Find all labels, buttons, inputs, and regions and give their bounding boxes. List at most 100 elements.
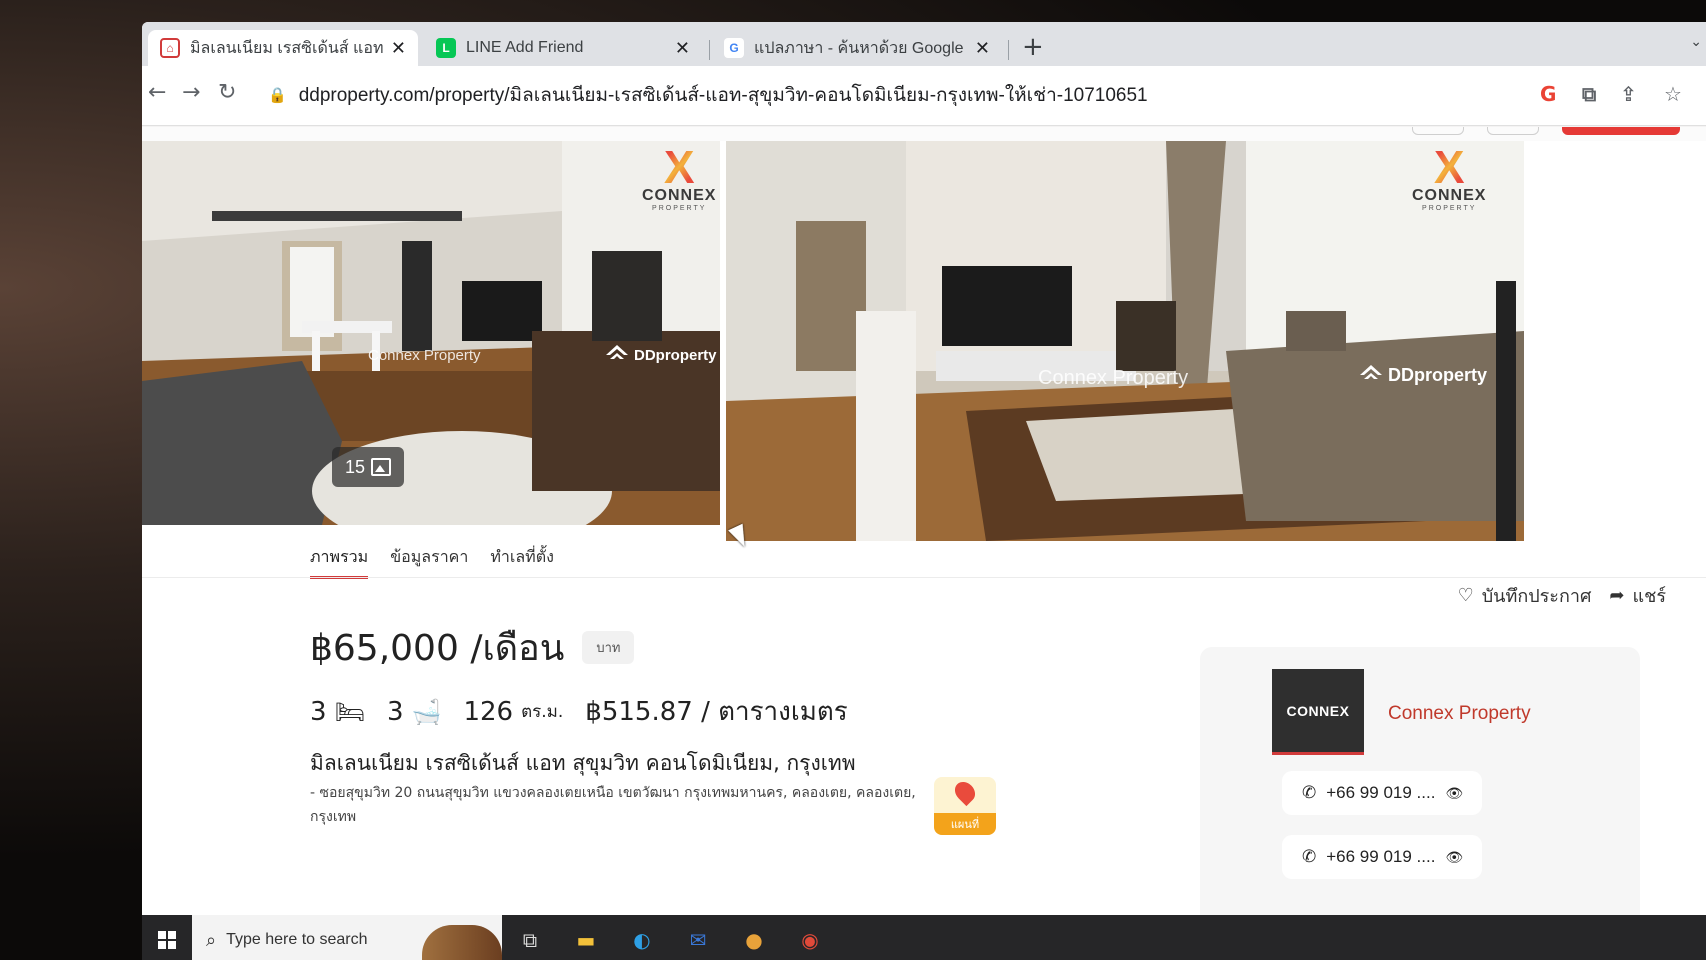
connex-logo-word: CONNEX <box>1412 187 1487 204</box>
close-icon[interactable]: ✕ <box>975 38 990 59</box>
heart-icon: ♡ <box>1457 585 1474 606</box>
price-value: ฿65,000 /เดือน <box>310 628 565 669</box>
tab-google-translate[interactable]: G แปลภาษา - ค้นหาด้วย Google ✕ <box>712 30 1002 66</box>
property-title: มิลเลนเนียม เรสซิเด้นส์ แอท สุขุมวิท คอน… <box>310 751 856 775</box>
bed-icon: 🛏 <box>334 697 366 726</box>
photo-1-image <box>142 141 720 525</box>
search-icon: ⌕ <box>206 929 217 950</box>
close-icon[interactable]: ✕ <box>675 38 690 59</box>
tab-overview[interactable]: ภาพรวม <box>310 545 369 579</box>
eye-icon[interactable]: 👁 <box>1445 849 1463 866</box>
task-view-icon[interactable]: ⧉ <box>502 915 558 960</box>
tab-title: LINE Add Friend <box>466 39 584 56</box>
listing-actions: ♡ บันทึกประกาศ ➦ แชร์ <box>1458 581 1666 610</box>
ddproperty-icon <box>1360 365 1382 379</box>
line-icon: L <box>436 38 456 58</box>
lock-icon: 🔒 <box>268 86 287 104</box>
photo-count: 15 <box>344 456 366 477</box>
address-bar[interactable]: 🔒 ddproperty.com/property/มิลเลนเนียม-เร… <box>252 74 1522 116</box>
map-label: แผนที่ <box>934 813 996 835</box>
connex-logo: X CONNEX PROPERTY <box>1412 144 1487 212</box>
agent-logo[interactable]: CONNEX <box>1272 669 1364 755</box>
share-label: แชร์ <box>1632 586 1667 607</box>
ddproperty-watermark: DDproperty <box>604 343 717 367</box>
header-cta-button[interactable] <box>1562 127 1680 135</box>
agent-name[interactable]: Connex Property <box>1388 703 1531 725</box>
tab-title: มิลเลนเนียม เรสซิเด้นส์ แอท สุขุมวิท คอ <box>190 39 383 57</box>
app-icon[interactable]: ● <box>726 915 782 960</box>
bedrooms-count: 3 <box>310 696 327 727</box>
save-listing-button[interactable]: ♡ บันทึกประกาศ <box>1458 581 1592 610</box>
google-icon: G <box>724 38 744 58</box>
area-spec: 126 ตร.ม. <box>463 697 563 727</box>
header-button[interactable] <box>1487 127 1539 135</box>
translate-icon[interactable]: ⧉ <box>1582 82 1596 106</box>
detail-tabs: ภาพรวม ข้อมูลราคา ทำเลที่ตั้ง <box>310 545 554 579</box>
mail-icon[interactable]: ✉ <box>670 915 726 960</box>
tabs-divider <box>142 577 1706 578</box>
chevron-down-icon[interactable]: ⌄ <box>1690 34 1702 50</box>
new-tab-button[interactable]: + <box>1022 32 1044 62</box>
close-icon[interactable]: ✕ <box>391 38 406 59</box>
ddproperty-watermark-text: DDproperty <box>1388 364 1488 385</box>
agent-phone-button[interactable]: ✆ +66 99 019 .... 👁 <box>1282 771 1482 815</box>
tab-divider <box>709 40 710 60</box>
site-header <box>142 127 1706 141</box>
map-pin-icon <box>950 777 980 807</box>
area-value: 126 <box>463 696 514 727</box>
start-button[interactable] <box>142 915 192 960</box>
search-highlight-image <box>422 925 502 960</box>
taskbar-search[interactable]: ⌕ Type here to search <box>192 915 502 960</box>
tab-location[interactable]: ทำเลที่ตั้ง <box>490 545 554 579</box>
header-button[interactable] <box>1412 127 1464 135</box>
monitor-screen: ⌂ มิลเลนเนียม เรสซิเด้นส์ แอท สุขุมวิท ค… <box>142 22 1706 960</box>
share-icon: ➦ <box>1609 585 1625 606</box>
eye-icon[interactable]: 👁 <box>1445 785 1463 802</box>
bedrooms-spec: 3 🛏 <box>310 697 365 727</box>
map-button[interactable]: แผนที่ <box>934 777 996 835</box>
property-address: - ซอยสุขุมวิท 20 ถนนสุขุมวิท แขวงคลองเตย… <box>310 785 916 825</box>
share-button[interactable]: ➦ แชร์ <box>1609 581 1666 610</box>
area-unit: ตร.ม. <box>521 702 564 722</box>
file-explorer-icon[interactable]: ▬ <box>558 915 614 960</box>
tab-line[interactable]: L LINE Add Friend ✕ <box>424 30 702 66</box>
phone-number: +66 99 019 .... <box>1326 783 1436 802</box>
forward-button[interactable]: → <box>182 80 200 105</box>
photo-gallery: X CONNEX PROPERTY Connex Property DDprop… <box>142 141 1706 541</box>
search-placeholder: Type here to search <box>226 931 368 948</box>
photo-count-badge[interactable]: 15 <box>332 447 404 487</box>
edge-icon[interactable]: ◐ <box>614 915 670 960</box>
ddproperty-icon <box>606 345 628 359</box>
windows-taskbar: ⌕ Type here to search ⧉ ▬ ◐ ✉ ● ◉ <box>142 915 1706 960</box>
currency-unit-badge[interactable]: บาท <box>582 631 635 664</box>
ddproperty-watermark: DDproperty <box>1358 363 1487 387</box>
bookmark-star-icon[interactable]: ☆ <box>1664 82 1682 106</box>
image-icon <box>371 458 392 476</box>
web-page: X CONNEX PROPERTY Connex Property DDprop… <box>142 127 1706 960</box>
bathrooms-count: 3 <box>387 696 404 727</box>
tab-ddproperty[interactable]: ⌂ มิลเลนเนียม เรสซิเด้นส์ แอท สุขุมวิท ค… <box>148 30 418 66</box>
back-button[interactable]: ← <box>148 80 166 105</box>
ddproperty-watermark-text: DDproperty <box>634 346 717 364</box>
ddproperty-icon: ⌂ <box>160 38 180 58</box>
tab-price-info[interactable]: ข้อมูลราคา <box>390 545 468 579</box>
browser-toolbar: ← → ↻ 🔒 ddproperty.com/property/มิลเลนเน… <box>142 66 1706 126</box>
browser-tabstrip: ⌂ มิลเลนเนียม เรสซิเด้นส์ แอท สุขุมวิท ค… <box>142 22 1706 66</box>
chrome-icon[interactable]: ◉ <box>782 915 838 960</box>
google-icon[interactable]: G <box>1540 82 1556 106</box>
agent-phone-button[interactable]: ✆ +66 99 019 .... 👁 <box>1282 835 1482 879</box>
agent-card: CONNEX Connex Property ✆ +66 99 019 ....… <box>1200 647 1640 960</box>
phone-icon: ✆ <box>1302 783 1317 802</box>
bathrooms-spec: 3 🛁 <box>387 697 441 727</box>
listing-photo-1[interactable]: X CONNEX PROPERTY Connex Property DDprop… <box>142 141 720 525</box>
watermark-text: Connex Property <box>1038 367 1189 389</box>
share-icon[interactable]: ⇪ <box>1620 82 1637 106</box>
phone-number: +66 99 019 .... <box>1326 847 1436 866</box>
connex-logo-sub: PROPERTY <box>652 205 707 212</box>
listing-photo-2[interactable]: X CONNEX PROPERTY Connex Property DDprop… <box>726 141 1524 541</box>
save-label: บันทึกประกาศ <box>1481 586 1592 607</box>
reload-button[interactable]: ↻ <box>218 80 236 105</box>
tab-divider <box>1008 40 1009 60</box>
connex-logo: X CONNEX PROPERTY <box>642 144 716 212</box>
tab-title: แปลภาษา - ค้นหาด้วย Google <box>754 39 964 57</box>
